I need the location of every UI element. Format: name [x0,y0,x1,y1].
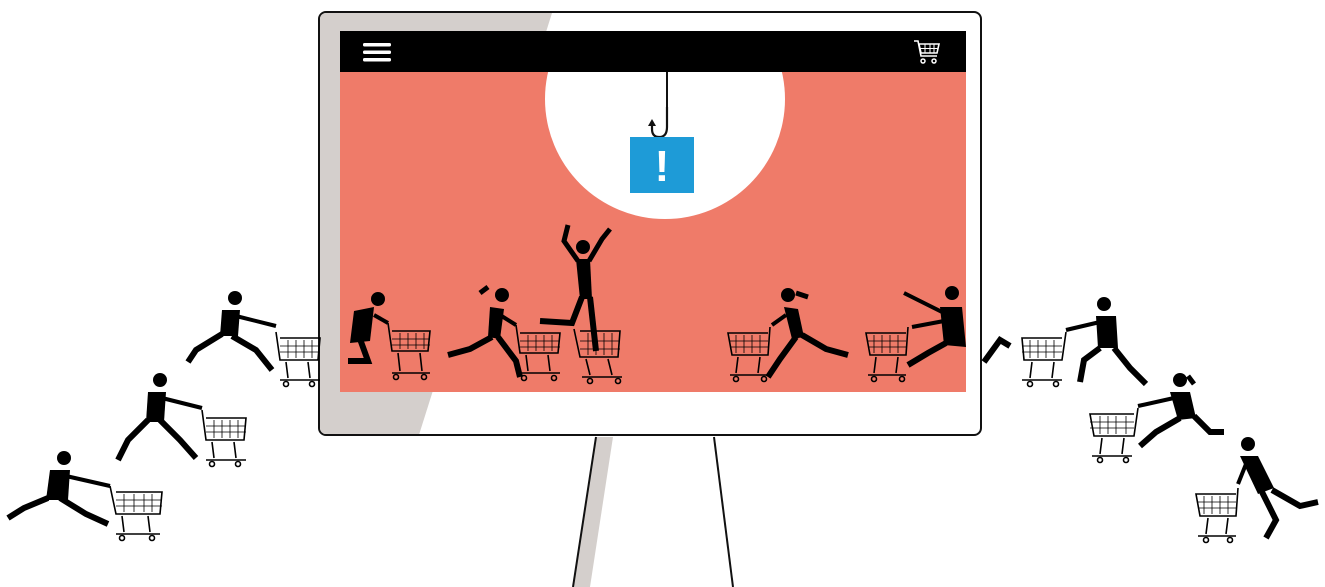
shoppers-outside-screen [6,291,1319,544]
phishing-illustration: ! [0,0,1325,587]
